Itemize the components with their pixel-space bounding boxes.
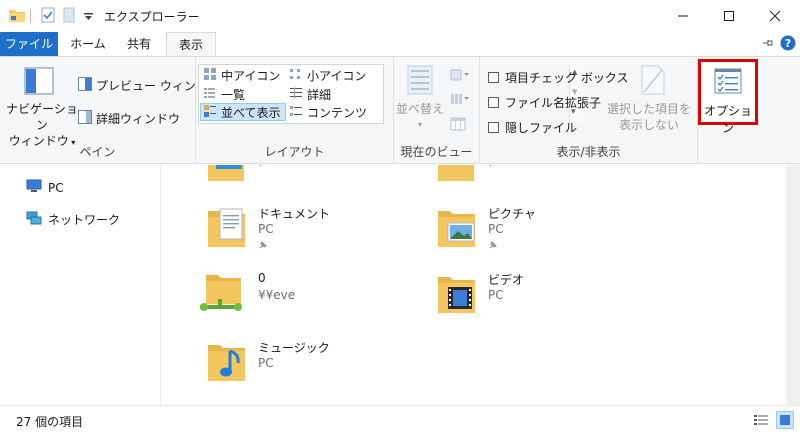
content-scrollbar[interactable] — [786, 165, 800, 405]
show-hide-group-label: 表示/非表示 — [556, 145, 621, 159]
item-count: 27 個の項目 — [16, 415, 84, 429]
nav-item-pc[interactable]: PC — [26, 179, 64, 196]
tile-location: ¥¥eve — [258, 288, 296, 302]
music-folder-icon — [206, 339, 248, 386]
details-view-icon[interactable] — [754, 414, 768, 429]
hide-selected-icon — [640, 65, 666, 98]
hidden-files-toggle[interactable]: 隠しファイル — [488, 119, 577, 136]
tile-name: 0 — [258, 271, 266, 285]
item-checkboxes-checkbox[interactable] — [488, 72, 499, 83]
folder-app-icon — [8, 7, 26, 26]
tile-network-share[interactable]: 0 ¥¥eve — [200, 271, 406, 321]
show-hide-group: 項目チェック ボックス ファイル名拡張子 隠しファイル 選択した項目を 表示しな… — [480, 57, 698, 164]
title-bar: エクスプローラー — [0, 0, 800, 32]
partial-tile-1[interactable] — [206, 165, 406, 189]
options-button[interactable]: オプション — [698, 59, 758, 135]
layout-gallery: 中アイコン 小アイコン 一覧 詳細 並べて表示 コンテンツ ▲ ▼ ▾ — [198, 64, 583, 124]
tile-location: PC — [488, 222, 504, 236]
properties-icon[interactable] — [40, 7, 56, 26]
file-extensions-checkbox[interactable] — [488, 97, 499, 108]
layout-content[interactable]: コンテンツ — [287, 103, 369, 121]
pin-icon — [488, 239, 498, 253]
content-icon — [289, 104, 303, 121]
size-columns-icon[interactable] — [450, 117, 466, 134]
help-icon[interactable]: ? — [780, 35, 796, 54]
pane-group-label: ペイン — [79, 145, 116, 159]
svg-text:?: ? — [785, 37, 791, 50]
tile-videos[interactable]: ビデオ PC — [436, 271, 636, 321]
medium-icons-icon — [203, 67, 217, 84]
navigation-pane-icon — [24, 67, 54, 98]
videos-folder-icon — [436, 271, 478, 318]
add-columns-icon[interactable] — [450, 93, 470, 108]
tab-view[interactable]: 表示 — [166, 32, 216, 57]
sort-by-icon — [407, 65, 433, 98]
group-by-icon[interactable] — [450, 69, 470, 84]
preview-pane-icon — [78, 77, 92, 94]
new-folder-icon[interactable] — [62, 7, 76, 26]
tiles-icon — [203, 104, 217, 121]
current-view-group-label: 現在のビュー — [400, 145, 473, 159]
navigation-pane: PC ネットワーク — [0, 165, 161, 405]
layout-medium-icons[interactable]: 中アイコン — [201, 66, 285, 84]
list-icon — [203, 86, 217, 103]
tile-location: PC — [488, 288, 504, 302]
tile-name: ピクチャ — [488, 207, 536, 221]
tile-name: ドキュメント — [258, 207, 331, 221]
small-icons-icon — [289, 67, 303, 84]
options-label: オプション — [703, 104, 752, 135]
item-checkboxes-toggle[interactable]: 項目チェック ボックス — [488, 69, 628, 86]
minimize-button[interactable] — [660, 0, 706, 32]
hide-selected-button[interactable]: 選択した項目を 表示しない — [600, 101, 698, 133]
options-icon — [714, 68, 742, 97]
sort-by-button[interactable]: 並べ替え ▾ — [394, 101, 446, 133]
tab-file[interactable]: ファイル — [0, 32, 58, 56]
pin-icon — [488, 165, 498, 171]
pin-icon — [258, 239, 268, 253]
downloads-folder-icon — [436, 165, 476, 186]
desktop-folder-icon — [206, 165, 246, 186]
tile-pictures[interactable]: ピクチャ PC — [436, 205, 636, 255]
tile-name: ミュージック — [258, 341, 330, 355]
hidden-files-checkbox[interactable] — [488, 122, 499, 133]
details-pane-icon — [78, 110, 92, 127]
layout-group-label: レイアウト — [264, 145, 325, 159]
tile-documents[interactable]: ドキュメント PC — [206, 205, 406, 255]
separator — [30, 9, 31, 23]
layout-list[interactable]: 一覧 — [201, 85, 285, 103]
ribbon: ナビゲーション ウィンドウ ▾ プレビュー ウィンドウ 詳細ウィンドウ ペイン … — [0, 56, 800, 164]
tab-share[interactable]: 共有 — [116, 32, 162, 56]
layout-tiles[interactable]: 並べて表示 — [200, 103, 286, 121]
large-icons-view-icon[interactable] — [776, 411, 794, 429]
window-title: エクスプローラー — [104, 10, 200, 24]
pc-icon — [26, 179, 42, 196]
current-view-group: 並べ替え ▾ 現在のビュー — [394, 57, 480, 164]
pictures-folder-icon — [436, 205, 478, 252]
tile-location: PC — [258, 222, 274, 236]
ribbon-tab-bar: ファイル ホーム 共有 表示 ? — [0, 32, 800, 57]
tile-name: ビデオ — [488, 273, 525, 287]
details-pane-button[interactable]: 詳細ウィンドウ — [78, 110, 180, 127]
status-bar: 27 個の項目 — [0, 405, 800, 433]
maximize-button[interactable] — [706, 0, 752, 32]
pin-ribbon-icon[interactable] — [762, 37, 774, 52]
tile-location: PC — [258, 356, 274, 370]
content-pane: PC ドキュメント PC ピクチャ PC 0 ¥¥eve — [162, 165, 786, 405]
layout-details[interactable]: 詳細 — [287, 85, 369, 103]
pin-icon — [258, 165, 268, 171]
pane-group: ナビゲーション ウィンドウ ▾ プレビュー ウィンドウ 詳細ウィンドウ ペイン — [0, 57, 220, 164]
documents-folder-icon — [206, 205, 248, 252]
network-icon — [26, 211, 42, 228]
details-icon — [289, 86, 303, 103]
tab-home[interactable]: ホーム — [62, 32, 114, 56]
close-button[interactable] — [752, 0, 798, 32]
partial-tile-2[interactable]: PC — [436, 165, 636, 189]
customize-toolbar-icon[interactable] — [84, 11, 93, 25]
nav-item-network[interactable]: ネットワーク — [26, 211, 120, 228]
network-folder-icon — [198, 271, 244, 318]
file-extensions-toggle[interactable]: ファイル名拡張子 — [488, 94, 601, 111]
layout-small-icons[interactable]: 小アイコン — [287, 66, 369, 84]
tile-music[interactable]: ミュージック PC — [206, 339, 406, 389]
